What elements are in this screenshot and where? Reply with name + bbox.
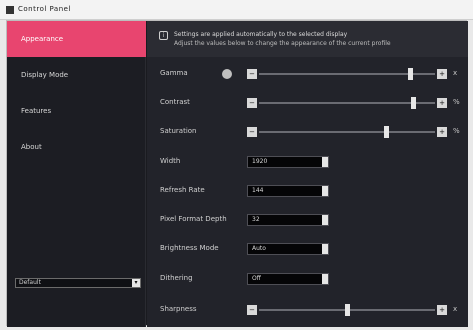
field-value: Auto: [252, 245, 266, 252]
slider-row-contrast: Contrast − + %: [147, 95, 468, 111]
info-banner: i Settings are applied automatically to …: [147, 21, 468, 57]
slider-label: Contrast: [160, 98, 190, 106]
pixel-format-field[interactable]: 32: [247, 214, 329, 226]
info-line-2: Adjust the values below to change the ap…: [174, 40, 391, 47]
sidebar: Appearance Display Mode Features About D…: [7, 21, 146, 327]
profile-select[interactable]: Default ▾: [15, 278, 141, 288]
app-window: Appearance Display Mode Features About D…: [6, 20, 468, 327]
slider-unit: x: [453, 305, 458, 313]
field-label: Dithering: [160, 274, 193, 282]
sidebar-item-about[interactable]: About: [7, 129, 146, 165]
sidebar-item-features[interactable]: Features: [7, 93, 146, 129]
brightness-mode-field[interactable]: Auto: [247, 243, 329, 255]
spin-button[interactable]: [322, 186, 328, 196]
dithering-field[interactable]: Off: [247, 273, 329, 285]
info-line-1: Settings are applied automatically to th…: [174, 31, 348, 38]
window-title: Control Panel: [18, 5, 71, 13]
field-value: 32: [252, 216, 260, 223]
slider-label: Saturation: [160, 127, 197, 135]
slider-track[interactable]: [259, 97, 435, 109]
slider-thumb[interactable]: [345, 304, 350, 316]
sidebar-item-appearance[interactable]: Appearance: [7, 21, 146, 57]
field-value: 144: [252, 187, 264, 194]
slider-label: Gamma: [160, 69, 188, 77]
decrease-button[interactable]: −: [247, 98, 257, 108]
slider-unit: %: [453, 127, 460, 135]
slider-row-gamma: Gamma − + x: [147, 66, 468, 82]
chevron-down-icon: ▾: [132, 279, 140, 287]
width-field[interactable]: 1920: [247, 156, 329, 168]
reset-icon[interactable]: [222, 69, 232, 79]
field-row-refresh-rate: Refresh Rate 144: [147, 183, 468, 199]
slider-track[interactable]: [259, 304, 435, 316]
slider-track[interactable]: [259, 68, 435, 80]
spin-button[interactable]: [322, 157, 328, 167]
field-row-dithering: Dithering Off: [147, 271, 468, 287]
increase-button[interactable]: +: [437, 127, 447, 137]
field-value: Off: [252, 275, 261, 282]
field-row-pixel-format: Pixel Format Depth 32: [147, 212, 468, 228]
window-titlebar: Control Panel: [0, 0, 473, 20]
field-row-brightness-mode: Brightness Mode Auto: [147, 241, 468, 257]
field-value: 1920: [252, 158, 268, 165]
field-label: Pixel Format Depth: [160, 215, 227, 223]
refresh-rate-field[interactable]: 144: [247, 185, 329, 197]
increase-button[interactable]: +: [437, 98, 447, 108]
field-label: Width: [160, 157, 181, 165]
settings-panel: i Settings are applied automatically to …: [147, 21, 468, 327]
slider-unit: x: [453, 69, 458, 77]
slider-unit: %: [453, 98, 460, 106]
info-icon: i: [159, 31, 168, 40]
decrease-button[interactable]: −: [247, 69, 257, 79]
slider-row-sharpness: Sharpness − + x: [147, 302, 468, 318]
field-label: Refresh Rate: [160, 186, 205, 194]
increase-button[interactable]: +: [437, 69, 447, 79]
profile-select-value: Default: [19, 279, 41, 286]
slider-thumb[interactable]: [411, 97, 416, 109]
decrease-button[interactable]: −: [247, 127, 257, 137]
slider-thumb[interactable]: [408, 68, 413, 80]
spin-button[interactable]: [322, 274, 328, 284]
slider-thumb[interactable]: [384, 126, 389, 138]
field-label: Brightness Mode: [160, 244, 219, 252]
slider-row-saturation: Saturation − + %: [147, 124, 468, 140]
increase-button[interactable]: +: [437, 305, 447, 315]
app-icon: [6, 6, 14, 14]
slider-track[interactable]: [259, 126, 435, 138]
spin-button[interactable]: [322, 215, 328, 225]
field-row-width: Width 1920: [147, 154, 468, 170]
sidebar-item-display-mode[interactable]: Display Mode: [7, 57, 146, 93]
slider-label: Sharpness: [160, 305, 197, 313]
decrease-button[interactable]: −: [247, 305, 257, 315]
spin-button[interactable]: [322, 244, 328, 254]
